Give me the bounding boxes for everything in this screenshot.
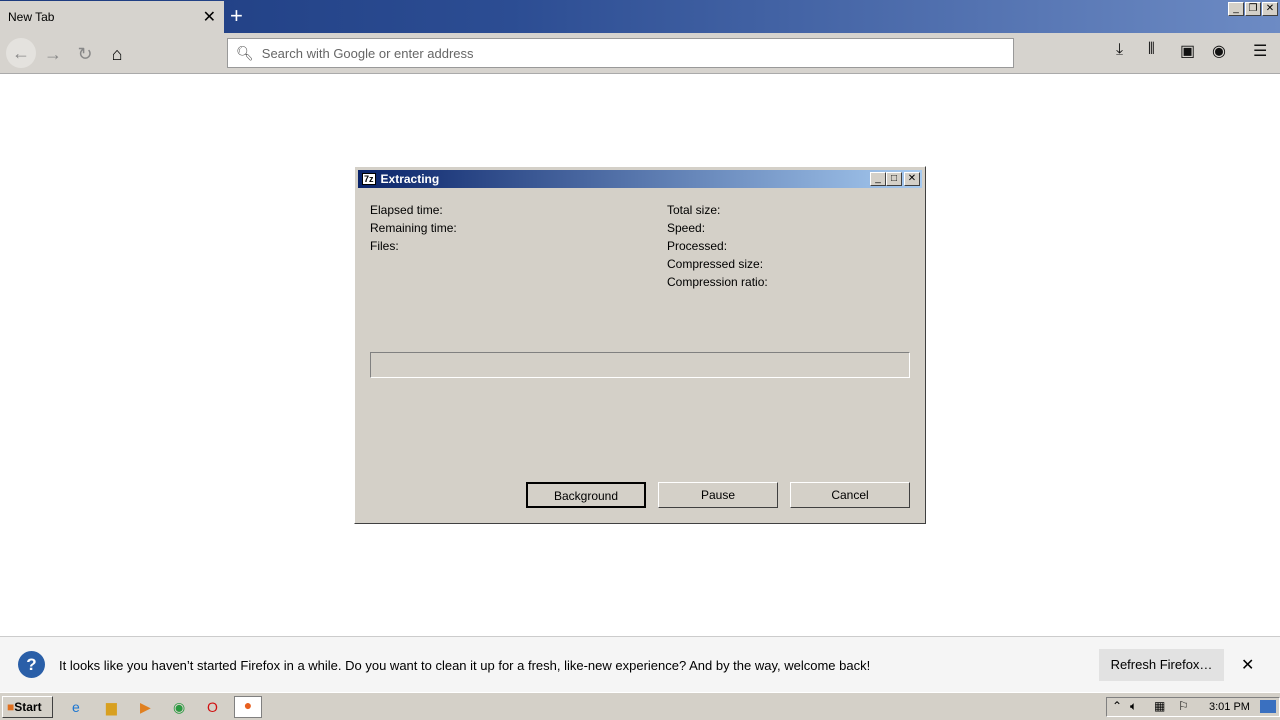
tray-expand-icon[interactable]: ⌃: [1112, 699, 1122, 713]
ie-icon[interactable]: e: [72, 699, 80, 715]
reload-icon[interactable]: ↻: [72, 41, 98, 67]
chrome-icon[interactable]: ◉: [173, 699, 185, 716]
close-window-button[interactable]: ✕: [1262, 2, 1278, 16]
action-center-flag-icon[interactable]: ⚐: [1178, 699, 1189, 713]
show-desktop-icon[interactable]: [1260, 700, 1276, 713]
tab-bar: New Tab ✕ + _ ❐ ✕: [0, 0, 1280, 33]
explorer-folder-icon[interactable]: ▆: [106, 699, 117, 716]
extracting-dialog: 7z Extracting _ □ ✕ Elapsed time: Remain…: [354, 166, 926, 524]
close-notification-icon[interactable]: ✕: [1241, 655, 1254, 675]
tab-title: New Tab: [8, 10, 55, 24]
download-icon[interactable]: ⤓: [1116, 41, 1123, 59]
remaining-time-label: Remaining time:: [370, 221, 457, 235]
background-button[interactable]: Background: [526, 482, 646, 508]
dialog-maximize-button[interactable]: □: [886, 172, 902, 186]
question-icon: ?: [18, 651, 45, 678]
7zip-logo-icon: 7z: [362, 173, 376, 185]
cancel-button[interactable]: Cancel: [790, 482, 910, 508]
opera-icon[interactable]: O: [207, 699, 218, 715]
pause-button[interactable]: Pause: [658, 482, 778, 508]
progress-bar: [370, 352, 910, 378]
elapsed-time-label: Elapsed time:: [370, 203, 443, 217]
processed-label: Processed:: [667, 239, 728, 253]
home-icon[interactable]: ⌂: [104, 41, 130, 67]
notification-message: It looks like you haven’t started Firefo…: [59, 658, 871, 673]
volume-icon[interactable]: 🔈︎: [1130, 699, 1137, 714]
address-bar[interactable]: 🔍︎ Search with Google or enter address: [227, 38, 1014, 68]
start-label: Start: [14, 700, 42, 714]
back-arrow-icon[interactable]: ←: [6, 38, 36, 68]
taskbar: ■Start e ▆ ▶ ◉ O ● ⌃ 🔈︎ ▦ ⚐ 3:01 PM: [0, 692, 1280, 720]
network-icon[interactable]: ▦: [1154, 699, 1165, 713]
sidebar-icon[interactable]: ▣: [1180, 41, 1195, 61]
clock[interactable]: 3:01 PM: [1209, 701, 1250, 713]
total-size-label: Total size:: [667, 203, 721, 217]
nav-bar: ← → ↻ ⌂ 🔍︎ Search with Google or enter a…: [0, 33, 1280, 74]
dialog-minimize-button[interactable]: _: [870, 172, 886, 186]
compressed-size-label: Compressed size:: [667, 257, 764, 271]
compression-ratio-label: Compression ratio:: [667, 275, 768, 289]
firefox-taskbar-icon[interactable]: ●: [234, 696, 262, 718]
speed-label: Speed:: [667, 221, 706, 235]
dialog-titlebar[interactable]: 7z Extracting: [358, 170, 922, 188]
minimize-button[interactable]: _: [1228, 2, 1244, 16]
refresh-firefox-button[interactable]: Refresh Firefox…: [1099, 649, 1224, 681]
search-icon: 🔍︎: [236, 44, 254, 61]
tab-new-tab[interactable]: New Tab ✕: [0, 1, 224, 33]
library-icon[interactable]: ⫴: [1148, 41, 1155, 59]
notification-bar: ? It looks like you haven’t started Fire…: [0, 636, 1280, 692]
forward-arrow-icon[interactable]: →: [40, 41, 66, 67]
address-placeholder: Search with Google or enter address: [261, 45, 474, 61]
menu-icon[interactable]: ☰: [1253, 41, 1267, 61]
close-tab-icon[interactable]: ✕: [203, 7, 216, 27]
dialog-close-button[interactable]: ✕: [904, 172, 920, 186]
new-tab-button[interactable]: +: [230, 3, 243, 29]
start-button[interactable]: ■Start: [2, 696, 53, 718]
media-player-icon[interactable]: ▶: [140, 699, 151, 716]
files-label: Files:: [370, 239, 399, 253]
dialog-title: Extracting: [380, 172, 440, 186]
restore-button[interactable]: ❐: [1245, 2, 1261, 16]
account-icon[interactable]: ◉: [1212, 41, 1226, 61]
